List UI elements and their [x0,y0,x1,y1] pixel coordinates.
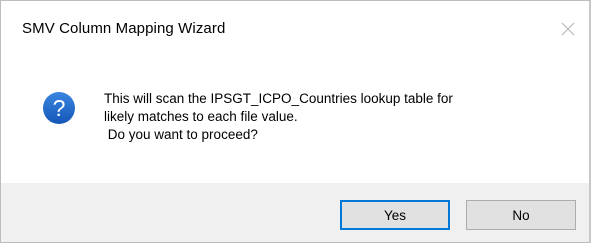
close-button[interactable] [557,18,579,40]
close-icon [561,22,575,36]
message-text: This will scan the IPSGT_ICPO_Countries … [104,90,574,144]
message-box-dialog: SMV Column Mapping Wizard ? This will sc… [0,0,591,243]
message-line-3: Do you want to proceed? [104,127,258,142]
title-bar: SMV Column Mapping Wizard [1,1,589,59]
svg-text:?: ? [53,95,66,121]
no-button[interactable]: No [466,200,576,230]
question-icon: ? [42,91,76,125]
message-line-2: likely matches to each file value. [104,109,298,124]
message-line-1: This will scan the IPSGT_ICPO_Countries … [104,91,453,106]
message-body: ? This will scan the IPSGT_ICPO_Countrie… [1,59,589,183]
yes-button[interactable]: Yes [340,200,450,230]
button-bar: Yes No [1,183,589,242]
window-title: SMV Column Mapping Wizard [22,20,226,37]
